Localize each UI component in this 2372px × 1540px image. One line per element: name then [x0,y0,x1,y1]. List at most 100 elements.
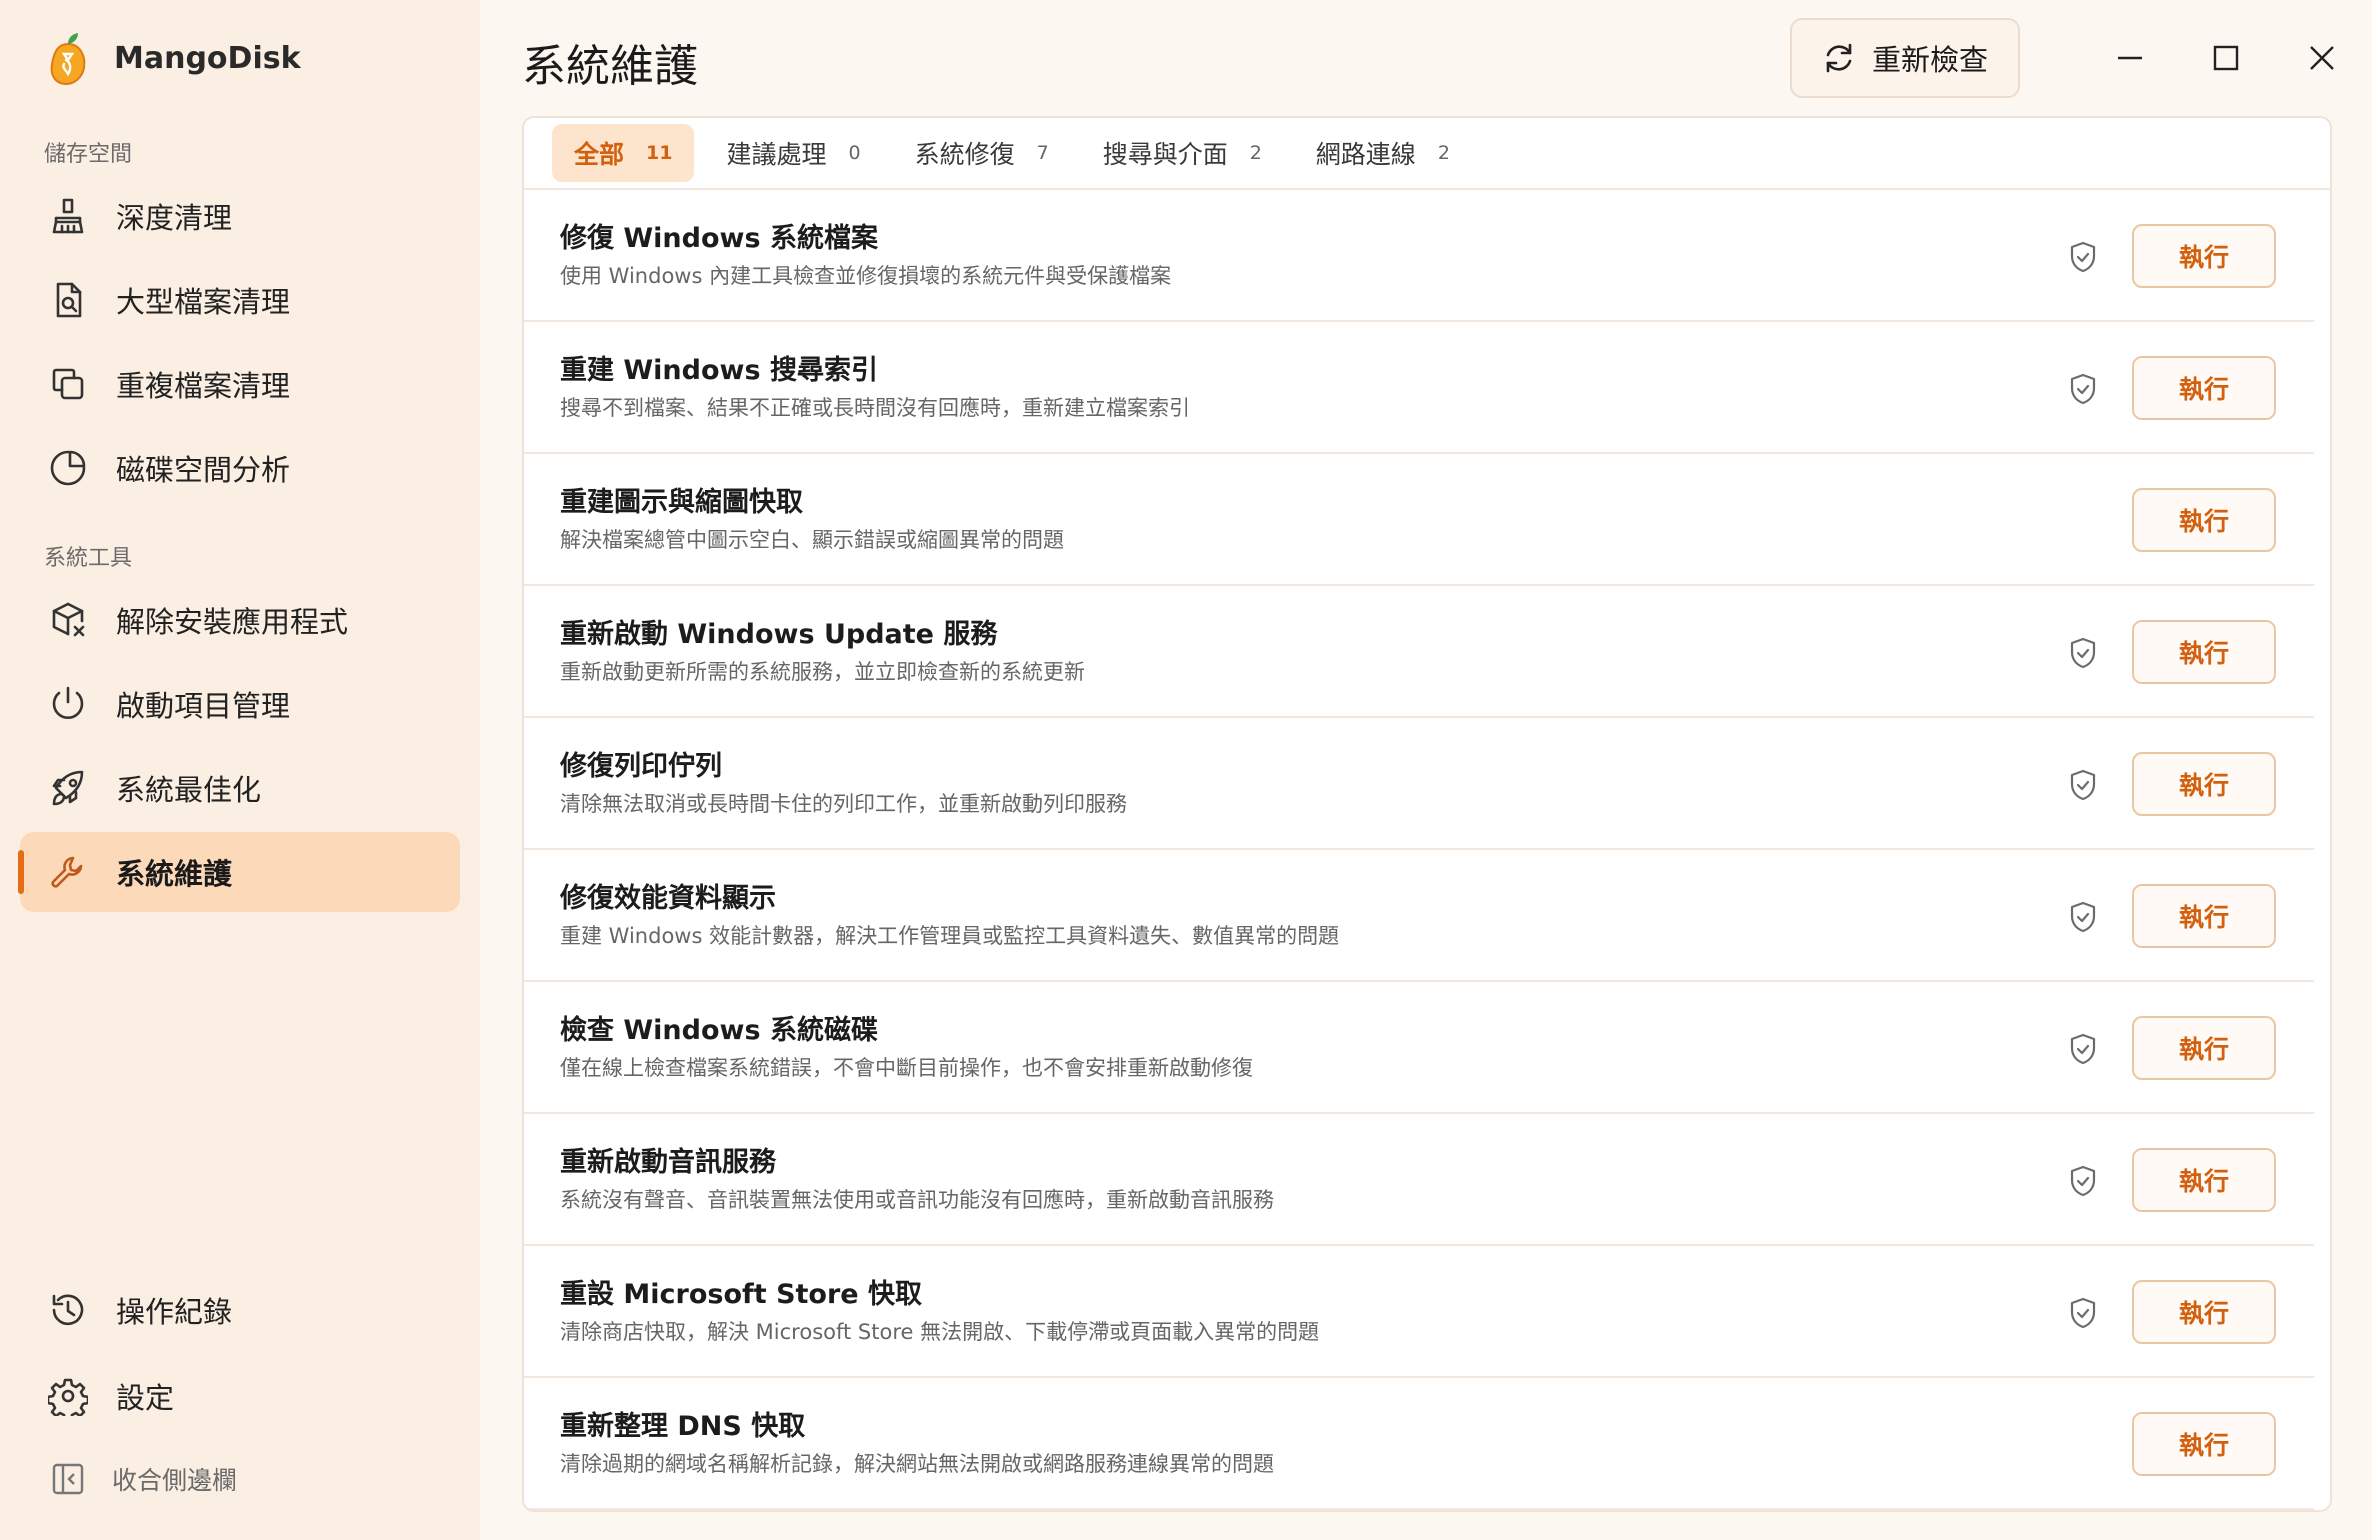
task-description: 清除商店快取，解決 Microsoft Store 無法開啟、下載停滯或頁面載入… [560,1320,1320,1344]
app-name: MangoDisk [114,40,301,76]
task-description: 系統沒有聲音、音訊裝置無法使用或音訊功能沒有回應時，重新啟動音訊服務 [560,1188,1274,1212]
task-row: 重新整理 DNS 快取 清除過期的網域名稱解析記錄，解決網站無法開啟或網路服務連… [524,1378,2314,1510]
task-description: 清除無法取消或長時間卡住的列印工作，並重新啟動列印服務 [560,792,1127,816]
tab-recommended[interactable]: 建議處理 0 [704,124,882,182]
sidebar-item-deep-clean[interactable]: 深度清理 [20,176,460,256]
sidebar-item-settings[interactable]: 設定 [20,1356,460,1436]
run-label: 執行 [2178,771,2229,800]
sidebar-item-disk-analysis[interactable]: 磁碟空間分析 [20,428,460,508]
sidebar-item-label: 系統最佳化 [116,773,262,807]
tab-network[interactable]: 網路連線 2 [1294,124,1472,182]
admin-shield-icon [2068,240,2098,274]
file-search-icon [48,280,88,320]
task-description: 重建 Windows 效能計數器，解決工作管理員或監控工具資料遺失、數值異常的問… [560,924,1340,948]
task-title: 重建圖示與縮圖快取 [560,487,803,518]
run-button[interactable]: 執行 [2132,1412,2276,1476]
tab-count: 2 [1249,142,1262,164]
copy-icon [48,364,88,404]
task-title: 重新啟動音訊服務 [560,1147,776,1178]
run-button[interactable]: 執行 [2132,752,2276,816]
task-description: 清除過期的網域名稱解析記錄，解決網站無法開啟或網路服務連線異常的問題 [560,1452,1274,1476]
tools-section-label: 系統工具 [44,546,133,571]
close-button[interactable] [2292,28,2352,88]
sidebar-item-large-files[interactable]: 大型檔案清理 [20,260,460,340]
sidebar-item-startup[interactable]: 啟動項目管理 [20,664,460,744]
tab-label: 系統修復 [914,140,1015,169]
tab-count: 7 [1036,142,1049,164]
tab-all[interactable]: 全部 11 [552,124,695,182]
admin-shield-icon [2068,900,2098,934]
pie-chart-icon [48,448,88,488]
close-icon [2310,46,2334,70]
page-title: 系統維護 [522,41,698,92]
broom-icon [48,196,88,236]
storage-section-label: 儲存空間 [44,142,133,167]
task-title: 修復 Windows 系統檔案 [560,223,878,254]
run-button[interactable]: 執行 [2132,884,2276,948]
app-window: MangoDisk 儲存空間 深度清理 大型檔案清理 重複檔案清理 磁碟空間分析… [0,0,2372,1540]
sidebar-item-label: 解除安裝應用程式 [116,605,349,639]
task-row: 重新啟動 Windows Update 服務 重新啟動更新所需的系統服務，並立即… [524,586,2314,718]
tab-label: 全部 [574,140,625,169]
minimize-button[interactable] [2100,28,2160,88]
sidebar: MangoDisk 儲存空間 深度清理 大型檔案清理 重複檔案清理 磁碟空間分析… [0,0,480,1540]
task-description: 僅在線上檢查檔案系統錯誤，不會中斷目前操作，也不會安排重新啟動修復 [560,1056,1253,1080]
sidebar-item-duplicate-files[interactable]: 重複檔案清理 [20,344,460,424]
run-label: 執行 [2178,375,2229,404]
maximize-button[interactable] [2196,28,2256,88]
sidebar-item-maintenance[interactable]: 系統維護 [18,832,460,912]
recheck-button[interactable]: 重新檢查 [1790,18,2020,98]
run-button[interactable]: 執行 [2132,224,2276,288]
run-label: 執行 [2178,1431,2229,1460]
run-button[interactable]: 執行 [2132,488,2276,552]
sidebar-item-label: 磁碟空間分析 [116,453,291,487]
run-label: 執行 [2178,1167,2229,1196]
tab-count: 0 [848,142,861,164]
run-button[interactable]: 執行 [2132,1280,2276,1344]
sidebar-item-label: 深度清理 [116,201,233,235]
run-label: 執行 [2178,243,2229,272]
tab-system-repair[interactable]: 系統修復 7 [893,124,1071,182]
run-button[interactable]: 執行 [2132,1148,2276,1212]
run-button[interactable]: 執行 [2132,620,2276,684]
sidebar-item-uninstall[interactable]: 解除安裝應用程式 [20,580,460,660]
run-label: 執行 [2178,1035,2229,1064]
task-description: 解決檔案總管中圖示空白、顯示錯誤或縮圖異常的問題 [560,528,1064,552]
tab-label: 網路連線 [1315,140,1416,169]
task-row: 檢查 Windows 系統磁碟 僅在線上檢查檔案系統錯誤，不會中斷目前操作，也不… [524,982,2314,1114]
admin-shield-icon [2068,636,2098,670]
run-label: 執行 [2178,903,2229,932]
power-icon [48,684,88,724]
rocket-icon [48,768,88,808]
admin-shield-icon [2068,768,2098,802]
task-title: 重新啟動 Windows Update 服務 [560,619,998,650]
sidebar-item-history[interactable]: 操作紀錄 [20,1270,460,1350]
tab-search-ui[interactable]: 搜尋與介面 2 [1081,124,1284,182]
run-button[interactable]: 執行 [2132,356,2276,420]
task-row: 重建 Windows 搜尋索引 搜尋不到檔案、結果不正確或長時間沒有回應時，重新… [524,322,2314,454]
sidebar-collapse-icon [50,1461,86,1497]
admin-shield-icon [2068,1296,2098,1330]
task-title: 檢查 Windows 系統磁碟 [560,1015,878,1046]
task-title: 修復列印佇列 [560,751,722,782]
package-remove-icon [48,600,88,640]
tab-label: 搜尋與介面 [1102,140,1228,169]
history-icon [48,1290,88,1330]
sidebar-item-label: 重複檔案清理 [116,369,291,403]
task-row: 修復 Windows 系統檔案 使用 Windows 內建工具檢查並修復損壞的系… [524,190,2314,322]
sidebar-item-label: 大型檔案清理 [116,285,291,319]
task-list: 修復 Windows 系統檔案 使用 Windows 內建工具檢查並修復損壞的系… [524,190,2314,1510]
task-row: 修復效能資料顯示 重建 Windows 效能計數器，解決工作管理員或監控工具資料… [524,850,2314,982]
task-title: 重建 Windows 搜尋索引 [560,355,878,386]
maximize-icon [2213,45,2239,71]
collapse-label: 收合側邊欄 [112,1466,238,1495]
collapse-sidebar-button[interactable]: 收合側邊欄 [20,1446,460,1512]
run-button[interactable]: 執行 [2132,1016,2276,1080]
mango-logo-icon [50,33,86,86]
task-title: 重設 Microsoft Store 快取 [560,1279,922,1310]
sidebar-item-optimize[interactable]: 系統最佳化 [20,748,460,828]
task-description: 搜尋不到檔案、結果不正確或長時間沒有回應時，重新建立檔案索引 [560,396,1190,420]
task-row: 重新啟動音訊服務 系統沒有聲音、音訊裝置無法使用或音訊功能沒有回應時，重新啟動音… [524,1114,2314,1246]
sidebar-item-label: 系統維護 [116,857,233,891]
category-tabs: 全部 11 建議處理 0 系統修復 7 搜尋與介面 2 網路連線 2 [524,118,2330,190]
